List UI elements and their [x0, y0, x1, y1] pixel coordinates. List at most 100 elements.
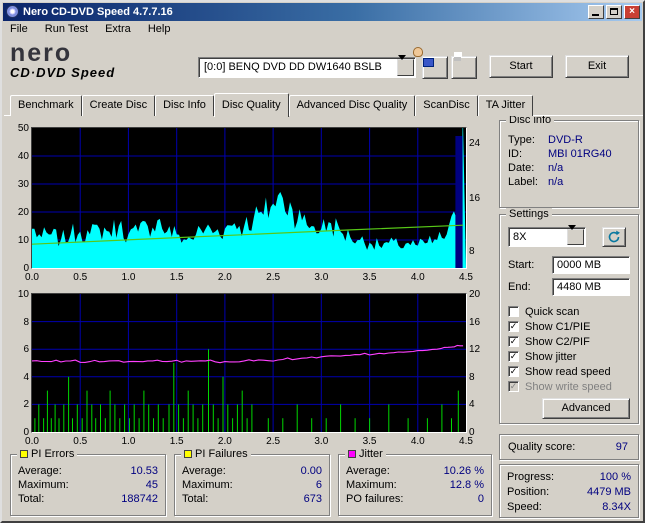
tab-benchmark[interactable]: Benchmark: [10, 95, 82, 116]
end-position-field[interactable]: 4480 MB: [552, 278, 630, 296]
menu-item-help[interactable]: Help: [141, 21, 178, 39]
y-axis-tick: 2: [23, 399, 29, 411]
pi-errors-plot-area: [31, 127, 467, 269]
panel-title: PI Failures: [195, 448, 248, 460]
tab-advanced-disc-quality[interactable]: Advanced Disc Quality: [288, 95, 416, 116]
y-axis-tick: 30: [17, 179, 29, 190]
speed-label: Speed:: [507, 501, 542, 513]
checkbox-show-jitter[interactable]: ✓ Show jitter: [508, 350, 576, 363]
y2-axis-tick: 16: [469, 193, 481, 204]
y2-axis-tick: 20: [469, 289, 481, 300]
y2-axis-tick: 8: [469, 246, 475, 258]
drive-select-value: [0:0] BENQ DVD DD DW1640 BSLB: [204, 61, 382, 73]
stat-label: Maximum:: [182, 479, 233, 491]
tab-ta-jitter[interactable]: TA Jitter: [477, 95, 534, 116]
y-axis-tick: 40: [17, 151, 29, 162]
jitter-swatch-icon: [348, 450, 356, 458]
stat-label: Total:: [182, 493, 209, 505]
panel-title: Jitter: [359, 448, 383, 460]
quality-score-value: 97: [615, 441, 628, 453]
disc-info-label: Date:: [508, 162, 535, 174]
pi-errors-stats-panel: PI Errors Average: 10.53 Maximum: 45 Total…: [10, 448, 166, 516]
x-axis-tick: 0.5: [73, 436, 88, 447]
pi-failures-jitter-chart: 0 2 4 6 8 10 0 4 8 12 16 20 0.0 0.5 1.0 1.5 2.0 2.5 3.0 3.5…: [10, 289, 492, 452]
disc-info-label: Label:: [508, 176, 538, 188]
drive-select[interactable]: [0:0] BENQ DVD DD DW1640 BSLB: [198, 55, 416, 78]
checkbox-box: ✓: [508, 366, 519, 377]
pi-errors-plot: [32, 128, 466, 268]
checkbox-show-read-speed[interactable]: ✓ Show read speed: [508, 365, 611, 378]
stat-label: Maximum:: [346, 479, 397, 491]
disc-info-panel: Disc info Type: DVD-R ID: MBI 01RG40 Date:…: [499, 114, 639, 208]
x-axis-tick: 3.5: [362, 436, 377, 447]
x-axis-tick: 0.0: [25, 436, 39, 447]
start-position-field[interactable]: 0000 MB: [552, 256, 630, 274]
tab-bar: Benchmark Create Disc Disc Info Disc Qua…: [10, 93, 534, 117]
quality-score-label: Quality score:: [508, 441, 576, 453]
stat-label: Average:: [182, 465, 226, 477]
scan-speed-select[interactable]: 8X: [508, 225, 586, 247]
stat-value: 10.53: [130, 465, 158, 477]
position-label: Position:: [507, 486, 550, 498]
tab-disc-info[interactable]: Disc Info: [155, 95, 214, 116]
menu-item-extra[interactable]: Extra: [98, 21, 138, 39]
tab-scandisc[interactable]: ScanDisc: [415, 95, 478, 116]
start-button[interactable]: Start: [489, 55, 553, 78]
y2-axis-tick: 16: [469, 316, 481, 328]
y-axis-tick: 20: [17, 207, 29, 218]
end-position-label: End:: [508, 281, 531, 293]
scan-speed-arrow-button[interactable]: [567, 225, 584, 245]
x-axis-tick: 3.5: [362, 272, 377, 283]
advanced-button[interactable]: Advanced: [542, 398, 630, 419]
y2-axis-tick: 8: [469, 371, 475, 383]
tab-create-disc[interactable]: Create Disc: [81, 95, 156, 116]
progress-panel: Progress: 100 % Position: 4479 MB Speed: 8.…: [499, 464, 639, 518]
position-value: 4479 MB: [586, 486, 631, 498]
x-axis-tick: 4.5: [459, 272, 473, 283]
titlebar[interactable]: Nero CD-DVD Speed 4.7.7.16 ×: [3, 3, 642, 21]
checkbox-label: Quick scan: [525, 305, 580, 318]
stat-value: 0.00: [300, 465, 322, 477]
checkbox-show-c1-pie[interactable]: ✓ Show C1/PIE: [508, 320, 590, 333]
disc-info-value: MBI 01RG40: [548, 148, 612, 160]
y-axis-tick: 10: [17, 235, 29, 246]
checkbox-box: ✓: [508, 336, 519, 347]
settings-panel: Settings 8X Start: 0000 MB End: 4480 MB …: [499, 208, 639, 424]
drive-select-arrow-button[interactable]: [397, 55, 414, 76]
stat-value: 45: [145, 479, 158, 491]
maximize-icon: [610, 8, 618, 15]
settings-title: Settings: [509, 208, 549, 220]
disc-info-value: DVD-R: [548, 134, 583, 146]
y-axis-tick: 6: [23, 344, 29, 356]
pi-failures-swatch-icon: [184, 450, 192, 458]
checkbox-label: Show C2/PIF: [525, 335, 590, 348]
stat-value: 6: [315, 479, 322, 491]
app-window: Nero CD-DVD Speed 4.7.7.16 × File Run Te…: [0, 0, 645, 523]
scan-speed-value: 8X: [513, 231, 527, 243]
tab-disc-quality[interactable]: Disc Quality: [213, 93, 289, 117]
checkbox-quick-scan[interactable]: Quick scan: [508, 305, 579, 318]
menu-item-run-test[interactable]: Run Test: [38, 21, 95, 39]
quality-score-panel: Quality score: 97: [499, 434, 639, 460]
checkbox-show-c2-pif[interactable]: ✓ Show C2/PIF: [508, 335, 590, 348]
maximize-button[interactable]: [606, 5, 622, 19]
stat-value: 188742: [121, 493, 158, 505]
save-results-button[interactable]: [451, 56, 477, 79]
stat-label: PO failures:: [346, 493, 404, 505]
x-axis-tick: 1.0: [121, 272, 136, 283]
progress-label: Progress:: [507, 471, 555, 483]
checkbox-label: Show read speed: [525, 365, 611, 378]
exit-button[interactable]: Exit: [565, 55, 629, 78]
menu-item-file[interactable]: File: [3, 21, 35, 39]
checkbox-show-write-speed: ✓ Show write speed: [508, 380, 612, 393]
x-axis-tick: 4.0: [410, 436, 425, 447]
minimize-button[interactable]: [588, 5, 604, 19]
chevron-down-icon: [398, 55, 406, 72]
refresh-speeds-button[interactable]: [602, 227, 626, 247]
x-axis-tick: 0.5: [73, 272, 88, 283]
stat-label: Average:: [18, 465, 62, 477]
drive-options-button[interactable]: [413, 47, 448, 79]
checkbox-label: Show write speed: [525, 380, 612, 393]
nero-logo-subtext: CD·DVD Speed: [10, 65, 116, 80]
close-button[interactable]: ×: [624, 5, 640, 19]
